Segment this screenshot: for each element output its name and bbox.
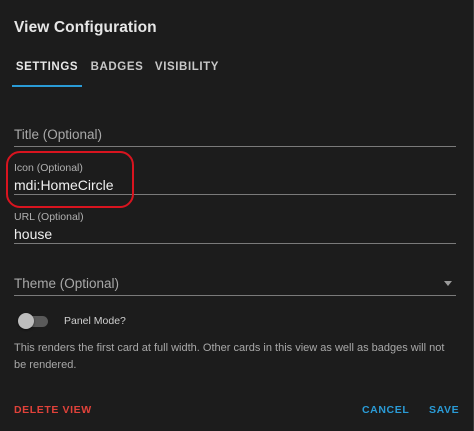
- title-field-underline: [14, 146, 456, 147]
- icon-field[interactable]: Icon (Optional) mdi:HomeCircle: [14, 160, 456, 196]
- panel-mode-label: Panel Mode?: [64, 315, 126, 327]
- tab-badges[interactable]: BADGES: [88, 54, 146, 86]
- toggle-thumb: [18, 313, 34, 329]
- title-field-label: Title (Optional): [14, 127, 103, 142]
- panel-mode-toggle[interactable]: [18, 313, 50, 329]
- dialog-title: View Configuration: [14, 19, 157, 36]
- tab-bar: SETTINGS BADGES VISIBILITY: [0, 54, 474, 87]
- theme-select-underline: [14, 295, 456, 296]
- url-field-underline: [14, 243, 456, 244]
- save-button[interactable]: SAVE: [429, 404, 459, 416]
- icon-field-label: Icon (Optional): [14, 162, 83, 174]
- title-field[interactable]: Title (Optional): [14, 120, 456, 148]
- active-tab-indicator: [12, 85, 82, 87]
- url-field[interactable]: URL (Optional) house: [14, 209, 456, 245]
- tab-settings[interactable]: SETTINGS: [12, 54, 82, 86]
- icon-field-underline: [14, 194, 456, 195]
- url-input[interactable]: house: [14, 226, 456, 242]
- view-configuration-dialog: View Configuration SETTINGS BADGES VISIB…: [0, 0, 474, 431]
- url-field-label: URL (Optional): [14, 211, 84, 223]
- dropdown-arrow-icon: [444, 281, 452, 286]
- theme-select[interactable]: Theme (Optional): [14, 269, 456, 297]
- tab-visibility[interactable]: VISIBILITY: [152, 54, 222, 86]
- panel-mode-description: This renders the first card at full widt…: [14, 342, 445, 371]
- icon-input[interactable]: mdi:HomeCircle: [14, 177, 456, 193]
- cancel-button[interactable]: CANCEL: [362, 404, 409, 416]
- theme-select-label: Theme (Optional): [14, 276, 120, 291]
- delete-view-button[interactable]: DELETE VIEW: [14, 404, 92, 416]
